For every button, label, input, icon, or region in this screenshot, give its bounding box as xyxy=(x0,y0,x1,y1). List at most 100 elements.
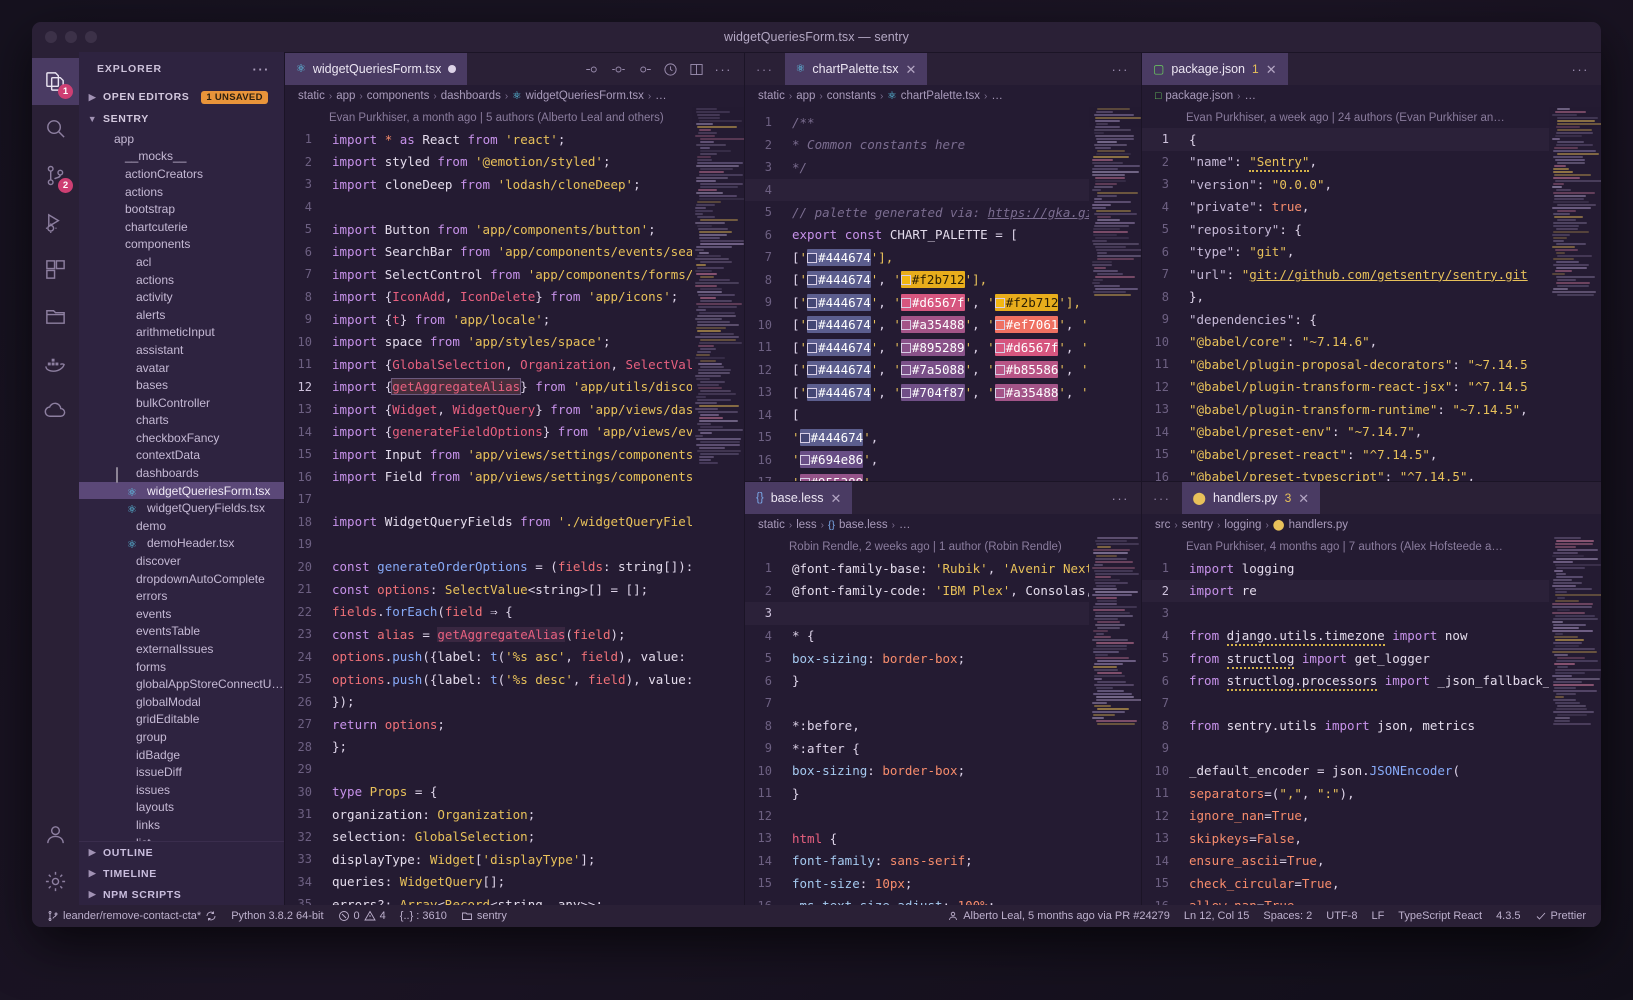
timeline-section[interactable]: ▶ TIMELINE xyxy=(79,863,284,884)
file-tree[interactable]: app __mocks__ actionCreators actions bootstr… xyxy=(79,130,284,841)
file-tree-item[interactable]: layouts xyxy=(79,799,284,817)
split-editor-icon[interactable] xyxy=(689,62,704,77)
file-tree-item[interactable]: dashboards xyxy=(79,464,284,484)
editor-baseless[interactable]: Robin Rendle, 2 weeks ago | 1 author (Ro… xyxy=(745,536,1141,905)
file-tree-item[interactable]: externalIssues xyxy=(79,640,284,658)
status-eol[interactable]: LF xyxy=(1364,910,1391,922)
close-icon[interactable]: ✕ xyxy=(906,63,917,76)
tab-baseless[interactable]: {} base.less ✕ xyxy=(745,482,853,514)
status-problems[interactable]: 0 4 xyxy=(331,910,393,922)
code-palette[interactable]: 1/** 2 * Common constants here 3 */ 4 5/… xyxy=(745,107,1089,481)
file-tree-item[interactable]: ⚛ widgetQueryFields.tsx xyxy=(79,499,284,517)
file-tree-item[interactable]: discover xyxy=(79,552,284,570)
status-python-version[interactable]: Python 3.8.2 64-bit xyxy=(224,910,330,922)
breadcrumb-item[interactable]: dashboards xyxy=(441,90,501,102)
file-tree-item[interactable]: list xyxy=(79,834,284,841)
minimap-widget[interactable] xyxy=(692,107,744,905)
file-tree-item[interactable]: events xyxy=(79,605,284,623)
code-handlers[interactable]: 1 import logging 2 import re 3 4 from djang… xyxy=(1142,557,1549,905)
status-ports[interactable]: {..} : 3610 xyxy=(393,910,454,922)
file-tree-item[interactable]: components xyxy=(79,236,284,254)
breadcrumb-item[interactable]: … xyxy=(991,90,1003,102)
breadcrumb-item[interactable]: app xyxy=(336,90,355,102)
file-tree-item[interactable]: idBadge xyxy=(79,746,284,764)
breadcrumb-item[interactable]: … xyxy=(899,519,911,531)
file-tree-item[interactable]: assistant xyxy=(79,341,284,359)
breadcrumb-item[interactable]: components xyxy=(367,90,430,102)
file-tree-item[interactable]: actions xyxy=(79,183,284,201)
minimap-baseless[interactable] xyxy=(1089,536,1141,905)
breadcrumb-item[interactable]: static xyxy=(298,90,325,102)
file-tree-item[interactable]: checkboxFancy xyxy=(79,429,284,447)
file-tree-item[interactable]: ⚛ demoHeader.tsx xyxy=(79,535,284,553)
status-language-mode[interactable]: TypeScript React xyxy=(1391,910,1489,922)
file-tree-item[interactable]: issueDiff xyxy=(79,763,284,781)
editor-packagejson[interactable]: Evan Purkhiser, a week ago | 24 authors … xyxy=(1142,107,1601,481)
file-tree-item[interactable]: avatar xyxy=(79,359,284,377)
code-packagejson[interactable]: 1{ 2 "name": "Sentry", 3 "version": "0.0… xyxy=(1142,128,1549,481)
file-tree-item[interactable]: bootstrap xyxy=(79,200,284,218)
file-tree-item[interactable]: bases xyxy=(79,376,284,394)
more-actions-icon[interactable]: ··· xyxy=(1112,62,1130,77)
maximize-window-button[interactable] xyxy=(85,31,97,43)
file-tree-item[interactable]: arithmeticInput xyxy=(79,324,284,342)
file-tree-item[interactable]: acl xyxy=(79,253,284,271)
file-tree-item[interactable]: globalAppStoreConnectU… xyxy=(79,675,284,693)
activity-run-debug[interactable] xyxy=(32,199,79,246)
breadcrumb-item[interactable]: widgetQueriesForm.tsx xyxy=(526,90,644,102)
breadcrumb-item[interactable]: … xyxy=(655,90,667,102)
file-tree-item[interactable]: forms xyxy=(79,658,284,676)
breadcrumb-packagejson[interactable]: □ package.json ›… xyxy=(1142,85,1601,107)
more-actions-icon[interactable]: ··· xyxy=(1142,482,1182,514)
file-tree-item[interactable]: __mocks__ xyxy=(79,148,284,166)
activity-extensions[interactable] xyxy=(32,246,79,293)
history-icon[interactable] xyxy=(663,62,678,77)
status-cursor-position[interactable]: Ln 12, Col 15 xyxy=(1177,910,1256,922)
breadcrumb-item[interactable]: constants xyxy=(827,90,876,102)
breadcrumb-handlers[interactable]: src › sentry › logging › ⬤ handlers.py xyxy=(1142,514,1601,536)
breadcrumb-item[interactable]: static xyxy=(758,90,785,102)
breadcrumb-baseless[interactable]: static › less ›{} base.less ›… xyxy=(745,514,1141,536)
activity-docker[interactable] xyxy=(32,340,79,387)
minimap-handlers[interactable] xyxy=(1549,536,1601,905)
activity-search[interactable] xyxy=(32,105,79,152)
file-tree-item[interactable]: links xyxy=(79,816,284,834)
more-actions-icon[interactable]: ··· xyxy=(1572,62,1590,77)
activity-remote-explorer[interactable] xyxy=(32,293,79,340)
next-change-icon[interactable] xyxy=(637,62,652,77)
more-actions-icon[interactable]: ··· xyxy=(715,62,733,77)
sidebar-more-icon[interactable]: ··· xyxy=(253,62,271,77)
file-tree-item[interactable]: contextData xyxy=(79,447,284,465)
project-section[interactable]: ▼ SENTRY xyxy=(79,108,284,130)
activity-accounts[interactable] xyxy=(32,811,79,858)
activity-cloud[interactable] xyxy=(32,387,79,434)
file-tree-item[interactable]: globalModal xyxy=(79,693,284,711)
status-branch[interactable]: leander/remove-contact-cta* xyxy=(40,910,224,922)
breadcrumb-item[interactable]: sentry xyxy=(1182,519,1213,531)
code-widget[interactable]: 1 import * as React from 'react'; 2 import… xyxy=(285,128,692,905)
breadcrumb-widget[interactable]: static › app › components › dashboards › ⚛ widget… xyxy=(285,85,744,107)
file-tree-item[interactable]: group xyxy=(79,728,284,746)
file-tree-item-selected[interactable]: ⚛ widgetQueriesForm.tsx xyxy=(79,481,284,500)
file-tree-item[interactable]: charts xyxy=(79,412,284,430)
activity-explorer[interactable]: 1 xyxy=(32,58,79,105)
breadcrumb-item[interactable]: package.json xyxy=(1165,90,1233,102)
code-baseless[interactable]: 1 @font-family-base: 'Rubik', 'Avenir Nex… xyxy=(745,557,1089,905)
go-to-change-icon[interactable] xyxy=(585,62,600,77)
breadcrumb-palette[interactable]: static › app › constants › ⚛ chartPalette.tsx ›… xyxy=(745,85,1141,107)
file-tree-item[interactable]: app xyxy=(79,130,284,148)
file-tree-item[interactable]: activity xyxy=(79,288,284,306)
file-tree-item[interactable]: alerts xyxy=(79,306,284,324)
breadcrumb-item[interactable]: chartPalette.tsx xyxy=(901,90,980,102)
tab-widgetqueriesform[interactable]: ⚛ widgetQueriesForm.tsx xyxy=(285,53,468,85)
window-controls[interactable] xyxy=(32,31,97,43)
outline-section[interactable]: ▶ OUTLINE xyxy=(79,842,284,863)
activity-source-control[interactable]: 2 xyxy=(32,152,79,199)
previous-change-icon[interactable] xyxy=(611,62,626,77)
tab-packagejson[interactable]: ▢ package.json 1 ✕ xyxy=(1142,53,1288,85)
status-indentation[interactable]: Spaces: 2 xyxy=(1256,910,1319,922)
close-icon[interactable]: ✕ xyxy=(1298,492,1309,505)
close-icon[interactable]: ✕ xyxy=(831,492,842,505)
breadcrumb-item[interactable]: less xyxy=(796,519,816,531)
file-tree-item[interactable]: demo xyxy=(79,517,284,535)
